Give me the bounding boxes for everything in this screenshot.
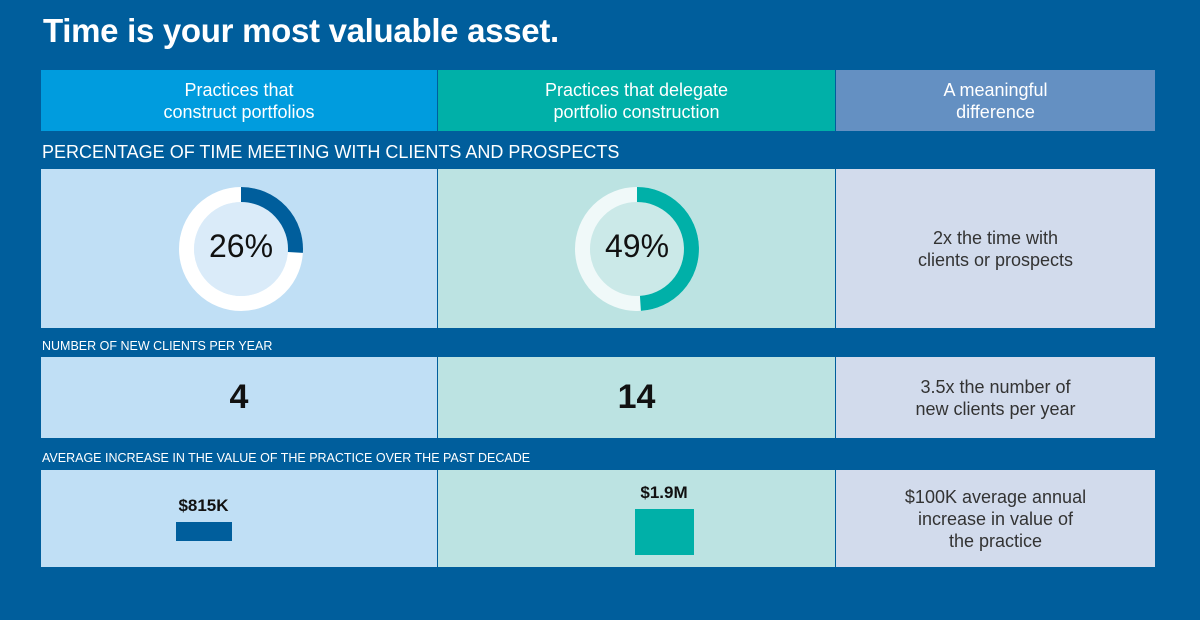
clients-difference-cell: 3.5x the number of new clients per year <box>836 357 1155 438</box>
column-header-difference: A meaningful difference <box>836 70 1155 131</box>
clients-delegate-value: 14 <box>617 378 656 416</box>
column-header-difference-label: A meaningful difference <box>943 79 1048 122</box>
clients-construct-value: 4 <box>229 378 249 416</box>
column-header-construct: Practices that construct portfolios <box>41 70 437 131</box>
value-construct-cell: $815K <box>41 470 437 567</box>
column-header-delegate: Practices that delegate portfolio constr… <box>438 70 835 131</box>
clients-difference-text: 3.5x the number of new clients per year <box>915 376 1076 419</box>
bar-construct <box>175 522 232 541</box>
time-difference-text: 2x the time with clients or prospects <box>917 227 1074 270</box>
clients-delegate-cell: 14 <box>438 357 835 438</box>
time-construct-cell: 26% <box>41 169 437 328</box>
column-header-construct-label: Practices that construct portfolios <box>163 79 315 122</box>
donut-construct-label: 26% <box>208 228 274 264</box>
value-difference-cell: $100K average annual increase in value o… <box>836 470 1155 567</box>
section-heading-clients: NUMBER OF NEW CLIENTS PER YEAR <box>42 339 273 353</box>
section-heading-value: AVERAGE INCREASE IN THE VALUE OF THE PRA… <box>42 451 531 465</box>
donut-delegate-label: 49% <box>604 228 670 264</box>
page-title: Time is your most valuable asset. <box>43 12 559 49</box>
section-heading-time: PERCENTAGE OF TIME MEETING WITH CLIENTS … <box>42 142 620 162</box>
bar-delegate-label: $1.9M <box>640 483 688 502</box>
time-delegate-cell: 49% <box>438 169 835 328</box>
time-difference-cell: 2x the time with clients or prospects <box>836 169 1155 328</box>
clients-construct-cell: 4 <box>41 357 437 438</box>
bar-delegate <box>634 509 694 555</box>
value-delegate-cell: $1.9M <box>438 470 835 567</box>
column-header-delegate-label: Practices that delegate portfolio constr… <box>544 79 729 122</box>
bar-construct-label: $815K <box>178 496 229 515</box>
value-difference-text: $100K average annual increase in value o… <box>904 486 1087 551</box>
